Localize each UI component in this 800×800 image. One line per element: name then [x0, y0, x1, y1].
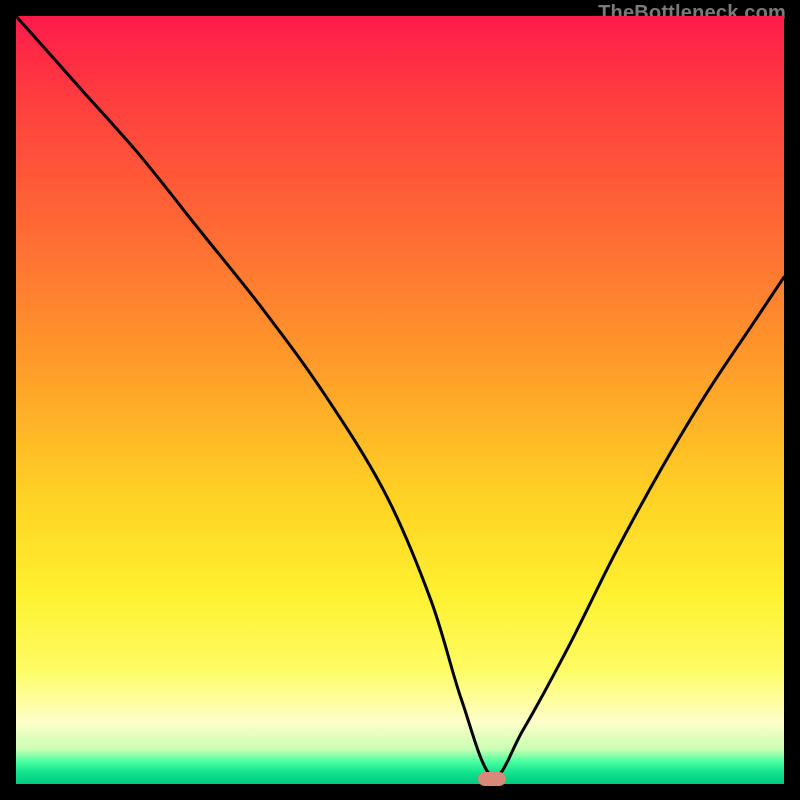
- chart-frame: [16, 16, 784, 784]
- bottleneck-curve: [16, 16, 784, 784]
- optimal-marker: [478, 772, 506, 786]
